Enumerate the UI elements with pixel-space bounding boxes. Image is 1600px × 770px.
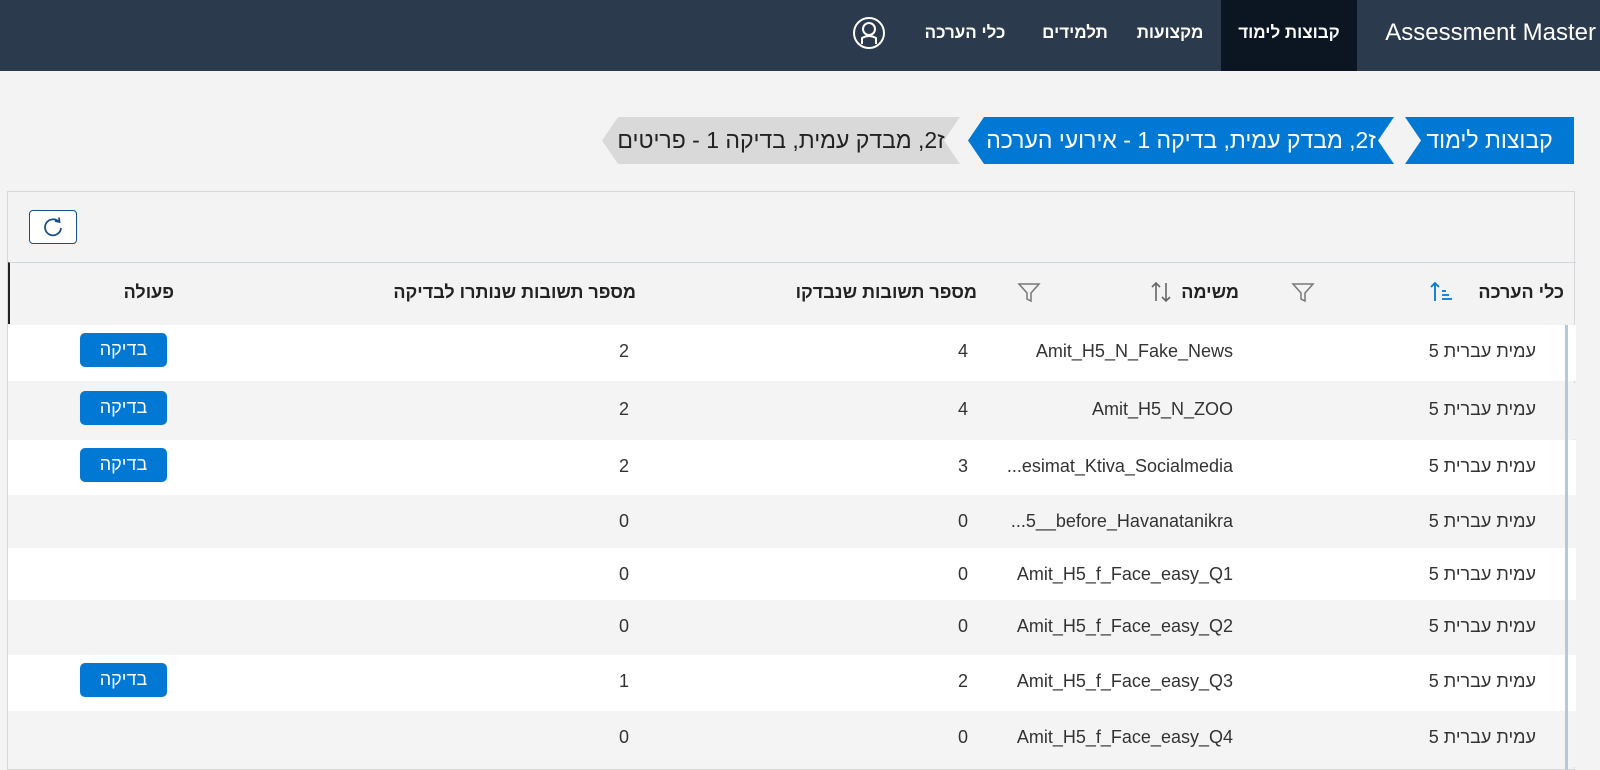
cell-remaining: 0 [618, 511, 629, 531]
table-row: עמית עברית 5 Amit_H5_f_Face_easy_Q1 0 0 [8, 548, 1576, 604]
check-button[interactable]: בדיקה [80, 663, 167, 697]
sort-ascending-icon[interactable] [1429, 279, 1455, 305]
cell-task: Amit_H5_f_Face_easy_Q4 [1016, 727, 1233, 747]
cell-checked: 4 [957, 341, 968, 361]
cell-tool: עמית עברית 5 [1428, 399, 1536, 419]
app-title: Assessment Master [1385, 19, 1596, 46]
cell-checked: 0 [957, 727, 968, 747]
cell-tool: עמית עברית 5 [1428, 456, 1536, 476]
cell-tool: עמית עברית 5 [1428, 616, 1536, 636]
cell-tool: עמית עברית 5 [1428, 511, 1536, 531]
nav-item-students[interactable]: תלמידים [1030, 0, 1120, 71]
cell-checked: 0 [957, 511, 968, 531]
refresh-button[interactable] [29, 210, 77, 244]
table-row: עמית עברית 5 Amit_H5_f_Face_easy_Q3 2 1 בדיק… [8, 655, 1576, 711]
cell-task: Amit_H5_N_ZOO [1091, 399, 1233, 419]
nav-item-assessment-tools[interactable]: כלי הערכה [910, 0, 1020, 71]
refresh-icon [44, 217, 62, 237]
column-header-checked: מספר תשובות שנבדקו [795, 282, 977, 302]
cell-checked: 0 [957, 616, 968, 636]
check-button[interactable]: בדיקה [80, 333, 167, 367]
cell-tool: עמית עברית 5 [1428, 671, 1536, 691]
user-circle-icon[interactable] [852, 16, 886, 50]
cell-remaining: 1 [618, 671, 629, 691]
cell-checked: 3 [957, 456, 968, 476]
breadcrumb-item-study-groups[interactable]: קבוצות לימוד [1405, 117, 1574, 164]
breadcrumb-item-items: ז2, מבדק עמית, בדיקה 1 - פריטים [602, 117, 960, 164]
table-row: עמית עברית 5 Amit_H5_f_Face_easy_Q4 0 0 [8, 711, 1576, 767]
cell-task: Amit_H5_f_Face_easy_Q1 [1016, 564, 1233, 584]
cell-remaining: 2 [618, 341, 629, 361]
cell-remaining: 2 [618, 399, 629, 419]
sort-icon[interactable] [1148, 279, 1174, 305]
breadcrumb-item-assessment-events[interactable]: ז2, מבדק עמית, בדיקה 1 - אירועי הערכה [968, 117, 1394, 164]
cell-remaining: 2 [618, 456, 629, 476]
top-nav-bar: Assessment Master קבוצות לימוד מקצועות ת… [0, 0, 1600, 71]
filter-icon[interactable] [1290, 279, 1316, 305]
cell-checked: 2 [957, 671, 968, 691]
column-header-remaining: מספר תשובות שנותרו לבדיקה [393, 282, 636, 302]
check-button[interactable]: בדיקה [80, 448, 167, 482]
cell-task: Amit_H5_N_Fake_News [1035, 341, 1233, 361]
cell-tool: עמית עברית 5 [1428, 727, 1536, 747]
cell-task: Amit_H5_f_Face_easy_Q3 [1016, 671, 1233, 691]
filter-icon[interactable] [1016, 279, 1042, 305]
table-row: עמית עברית 5 ...5__before_Havanatanikra 0 0 [8, 495, 1576, 551]
cell-task: ...5__before_Havanatanikra [1010, 511, 1233, 531]
cell-tool: עמית עברית 5 [1428, 564, 1536, 584]
column-header-tool[interactable]: כלי הערכה [1478, 263, 1564, 325]
nav-item-study-groups[interactable]: קבוצות לימוד [1221, 0, 1357, 71]
cell-remaining: 0 [618, 616, 629, 636]
cell-task: Amit_H5_f_Face_easy_Q2 [1016, 616, 1233, 636]
table-row: עמית עברית 5 Amit_H5_N_Fake_News 4 2 בדיקה [8, 325, 1576, 381]
items-table-panel: כלי הערכה משימה מספר תשובות שנבדקו מספר … [7, 191, 1576, 770]
cell-checked: 4 [957, 399, 968, 419]
column-header-task[interactable]: משימה [1181, 263, 1239, 325]
cell-checked: 0 [957, 564, 968, 584]
nav-item-subjects[interactable]: מקצועות [1123, 0, 1217, 71]
cell-remaining: 0 [618, 727, 629, 747]
cell-task: ...esimat_Ktiva_Socialmedia [1006, 456, 1233, 476]
cell-remaining: 0 [618, 564, 629, 584]
table-row: עמית עברית 5 Amit_H5_f_Face_easy_Q2 0 0 [8, 600, 1576, 656]
cell-tool: עמית עברית 5 [1428, 341, 1536, 361]
table-row: עמית עברית 5 Amit_H5_N_ZOO 4 2 בדיקה [8, 383, 1576, 439]
check-button[interactable]: בדיקה [80, 391, 167, 425]
vertical-scrollbar[interactable] [1565, 325, 1568, 770]
column-header-action: פעולה [123, 282, 174, 302]
table-row: עמית עברית 5 ...esimat_Ktiva_Socialmedia 3… [8, 440, 1576, 496]
table-header: כלי הערכה משימה מספר תשובות שנבדקו מספר … [8, 262, 1576, 324]
